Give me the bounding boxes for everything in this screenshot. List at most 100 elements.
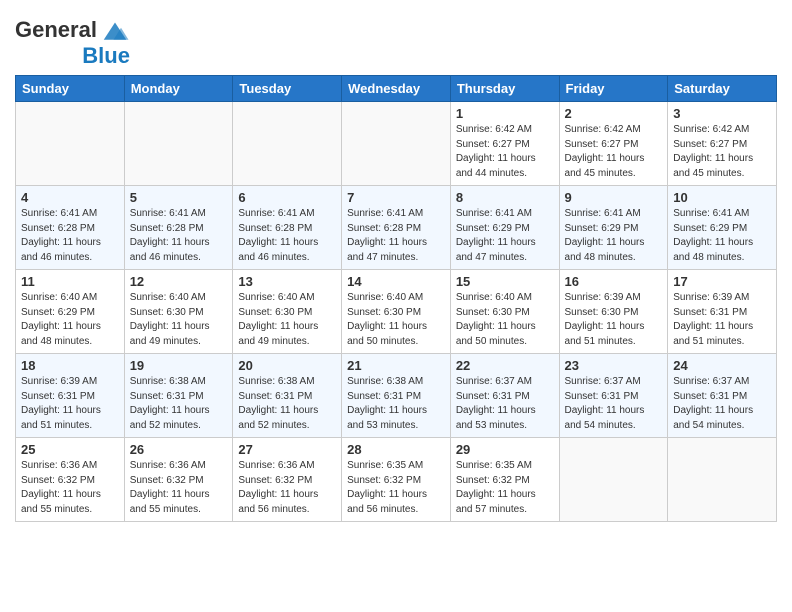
day-number: 13 — [238, 274, 336, 289]
day-number: 17 — [673, 274, 771, 289]
calendar-cell: 11Sunrise: 6:40 AM Sunset: 6:29 PM Dayli… — [16, 270, 125, 354]
logo: General Blue — [15, 15, 130, 67]
weekday-header-saturday: Saturday — [668, 76, 777, 102]
day-number: 21 — [347, 358, 445, 373]
calendar-week-5: 25 Sunrise: 6:36 AM Sunset: 6:32 PM Dayli… — [16, 438, 777, 522]
calendar-body: 1 Sunrise: 6:42 AM Sunset: 6:27 PM Daylig… — [16, 102, 777, 522]
day-number: 18 — [21, 358, 119, 373]
day-info: Sunrise: 6:37 AM Sunset: 6:31 PM Dayligh… — [456, 375, 554, 433]
day-info: Sunrise: 6:41 AM Sunset: 6:29 PM Dayligh… — [673, 207, 771, 265]
day-number: 23 — [565, 358, 663, 373]
day-info: Sunrise: 6:40 AM Sunset: 6:30 PM Dayligh… — [238, 291, 336, 349]
calendar-week-1: 1 Sunrise: 6:42 AM Sunset: 6:27 PM Daylig… — [16, 102, 777, 186]
calendar-cell: 1 Sunrise: 6:42 AM Sunset: 6:27 PM Daylig… — [450, 102, 559, 186]
logo-text-blue: Blue — [82, 45, 130, 67]
calendar-table: SundayMondayTuesdayWednesdayThursdayFrid… — [15, 75, 777, 522]
weekday-header-friday: Friday — [559, 76, 668, 102]
calendar-cell: 26Sunrise: 6:36 AM Sunset: 6:32 PM Dayli… — [124, 438, 233, 522]
day-info: Sunrise: 6:38 AM Sunset: 6:31 PM Dayligh… — [238, 375, 336, 433]
day-number: 26 — [130, 442, 228, 457]
calendar-cell: 22 Sunrise: 6:37 AM Sunset: 6:31 PM Dayli… — [450, 354, 559, 438]
day-info: Sunrise: 6:37 AM Sunset: 6:31 PM Dayligh… — [673, 375, 771, 433]
day-info: Sunrise: 6:38 AM Sunset: 6:31 PM Dayligh… — [347, 375, 445, 433]
calendar-cell: 19 Sunrise: 6:38 AM Sunset: 6:31 PM Dayli… — [124, 354, 233, 438]
page-container: General Blue SundayMondayTuesdayWednesda… — [0, 0, 792, 532]
day-number: 19 — [130, 358, 228, 373]
day-info: Sunrise: 6:35 AM Sunset: 6:32 PM Dayligh… — [456, 459, 554, 517]
day-number: 20 — [238, 358, 336, 373]
day-number: 3 — [673, 106, 771, 121]
day-number: 15 — [456, 274, 554, 289]
calendar-cell — [559, 438, 668, 522]
calendar-cell: 15 Sunrise: 6:40 AM Sunset: 6:30 PM Dayli… — [450, 270, 559, 354]
calendar-cell: 24 Sunrise: 6:37 AM Sunset: 6:31 PM Dayli… — [668, 354, 777, 438]
calendar-cell: 6 Sunrise: 6:41 AM Sunset: 6:28 PM Daylig… — [233, 186, 342, 270]
day-number: 9 — [565, 190, 663, 205]
day-number: 12 — [130, 274, 228, 289]
day-info: Sunrise: 6:37 AM Sunset: 6:31 PM Dayligh… — [565, 375, 663, 433]
calendar-cell — [342, 102, 451, 186]
calendar-cell — [16, 102, 125, 186]
day-info: Sunrise: 6:39 AM Sunset: 6:31 PM Dayligh… — [673, 291, 771, 349]
day-info: Sunrise: 6:42 AM Sunset: 6:27 PM Dayligh… — [673, 123, 771, 181]
day-number: 5 — [130, 190, 228, 205]
calendar-cell: 20 Sunrise: 6:38 AM Sunset: 6:31 PM Dayli… — [233, 354, 342, 438]
day-number: 25 — [21, 442, 119, 457]
day-info: Sunrise: 6:42 AM Sunset: 6:27 PM Dayligh… — [565, 123, 663, 181]
day-info: Sunrise: 6:41 AM Sunset: 6:28 PM Dayligh… — [238, 207, 336, 265]
calendar-cell — [124, 102, 233, 186]
day-info: Sunrise: 6:39 AM Sunset: 6:31 PM Dayligh… — [21, 375, 119, 433]
day-number: 22 — [456, 358, 554, 373]
day-info: Sunrise: 6:36 AM Sunset: 6:32 PM Dayligh… — [21, 459, 119, 517]
day-number: 14 — [347, 274, 445, 289]
calendar-cell: 10 Sunrise: 6:41 AM Sunset: 6:29 PM Dayli… — [668, 186, 777, 270]
calendar-cell: 29 Sunrise: 6:35 AM Sunset: 6:32 PM Dayli… — [450, 438, 559, 522]
day-number: 4 — [21, 190, 119, 205]
logo-text-general: General — [15, 19, 97, 41]
day-info: Sunrise: 6:41 AM Sunset: 6:28 PM Dayligh… — [21, 207, 119, 265]
day-info: Sunrise: 6:36 AM Sunset: 6:32 PM Dayligh… — [238, 459, 336, 517]
calendar-cell: 3 Sunrise: 6:42 AM Sunset: 6:27 PM Daylig… — [668, 102, 777, 186]
calendar-cell: 27 Sunrise: 6:36 AM Sunset: 6:32 PM Dayli… — [233, 438, 342, 522]
calendar-cell — [668, 438, 777, 522]
calendar-week-4: 18 Sunrise: 6:39 AM Sunset: 6:31 PM Dayli… — [16, 354, 777, 438]
day-info: Sunrise: 6:38 AM Sunset: 6:31 PM Dayligh… — [130, 375, 228, 433]
calendar-cell: 5Sunrise: 6:41 AM Sunset: 6:28 PM Daylig… — [124, 186, 233, 270]
calendar-cell — [233, 102, 342, 186]
day-info: Sunrise: 6:40 AM Sunset: 6:30 PM Dayligh… — [347, 291, 445, 349]
calendar-cell: 21 Sunrise: 6:38 AM Sunset: 6:31 PM Dayli… — [342, 354, 451, 438]
calendar-cell: 18 Sunrise: 6:39 AM Sunset: 6:31 PM Dayli… — [16, 354, 125, 438]
day-number: 1 — [456, 106, 554, 121]
day-number: 29 — [456, 442, 554, 457]
day-number: 28 — [347, 442, 445, 457]
calendar-cell: 2Sunrise: 6:42 AM Sunset: 6:27 PM Daylig… — [559, 102, 668, 186]
calendar-cell: 4 Sunrise: 6:41 AM Sunset: 6:28 PM Daylig… — [16, 186, 125, 270]
day-info: Sunrise: 6:41 AM Sunset: 6:29 PM Dayligh… — [456, 207, 554, 265]
day-info: Sunrise: 6:41 AM Sunset: 6:28 PM Dayligh… — [347, 207, 445, 265]
calendar-cell: 25 Sunrise: 6:36 AM Sunset: 6:32 PM Dayli… — [16, 438, 125, 522]
day-number: 8 — [456, 190, 554, 205]
day-info: Sunrise: 6:40 AM Sunset: 6:30 PM Dayligh… — [456, 291, 554, 349]
weekday-header-tuesday: Tuesday — [233, 76, 342, 102]
calendar-cell: 13 Sunrise: 6:40 AM Sunset: 6:30 PM Dayli… — [233, 270, 342, 354]
day-info: Sunrise: 6:41 AM Sunset: 6:29 PM Dayligh… — [565, 207, 663, 265]
weekday-header-sunday: Sunday — [16, 76, 125, 102]
day-info: Sunrise: 6:35 AM Sunset: 6:32 PM Dayligh… — [347, 459, 445, 517]
calendar-week-3: 11Sunrise: 6:40 AM Sunset: 6:29 PM Dayli… — [16, 270, 777, 354]
day-info: Sunrise: 6:42 AM Sunset: 6:27 PM Dayligh… — [456, 123, 554, 181]
calendar-cell: 7Sunrise: 6:41 AM Sunset: 6:28 PM Daylig… — [342, 186, 451, 270]
day-number: 24 — [673, 358, 771, 373]
day-number: 16 — [565, 274, 663, 289]
calendar-cell: 14 Sunrise: 6:40 AM Sunset: 6:30 PM Dayli… — [342, 270, 451, 354]
day-number: 27 — [238, 442, 336, 457]
calendar-cell: 16 Sunrise: 6:39 AM Sunset: 6:30 PM Dayli… — [559, 270, 668, 354]
day-number: 6 — [238, 190, 336, 205]
calendar-cell: 8 Sunrise: 6:41 AM Sunset: 6:29 PM Daylig… — [450, 186, 559, 270]
day-info: Sunrise: 6:39 AM Sunset: 6:30 PM Dayligh… — [565, 291, 663, 349]
calendar-cell: 28 Sunrise: 6:35 AM Sunset: 6:32 PM Dayli… — [342, 438, 451, 522]
calendar-cell: 23 Sunrise: 6:37 AM Sunset: 6:31 PM Dayli… — [559, 354, 668, 438]
day-number: 10 — [673, 190, 771, 205]
calendar-week-2: 4 Sunrise: 6:41 AM Sunset: 6:28 PM Daylig… — [16, 186, 777, 270]
logo-icon — [100, 15, 130, 45]
calendar-cell: 17 Sunrise: 6:39 AM Sunset: 6:31 PM Dayli… — [668, 270, 777, 354]
